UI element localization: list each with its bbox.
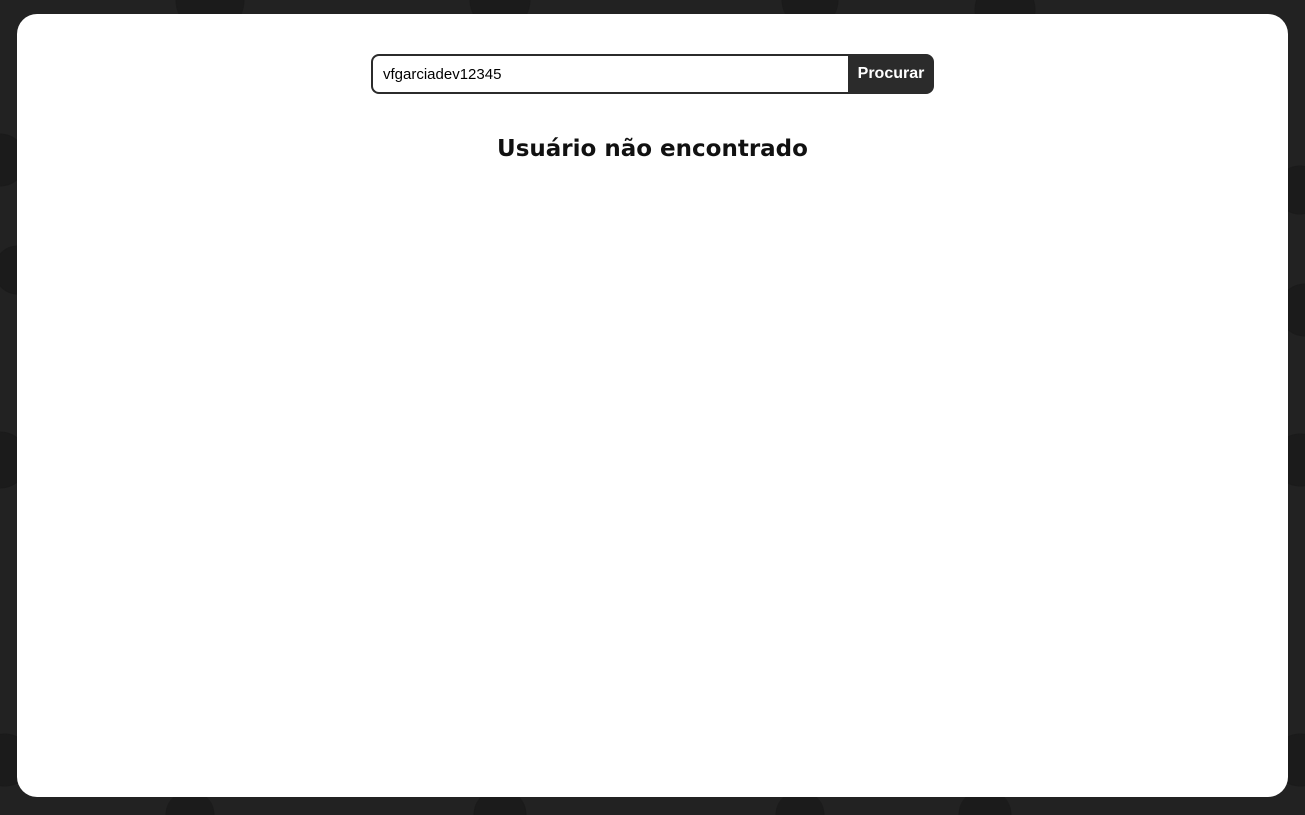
not-found-message: Usuário não encontrado <box>497 136 808 162</box>
search-button[interactable]: Procurar <box>848 54 934 94</box>
search-form: Procurar <box>371 54 934 94</box>
search-input[interactable] <box>371 54 848 94</box>
main-card: Procurar Usuário não encontrado <box>17 14 1288 797</box>
